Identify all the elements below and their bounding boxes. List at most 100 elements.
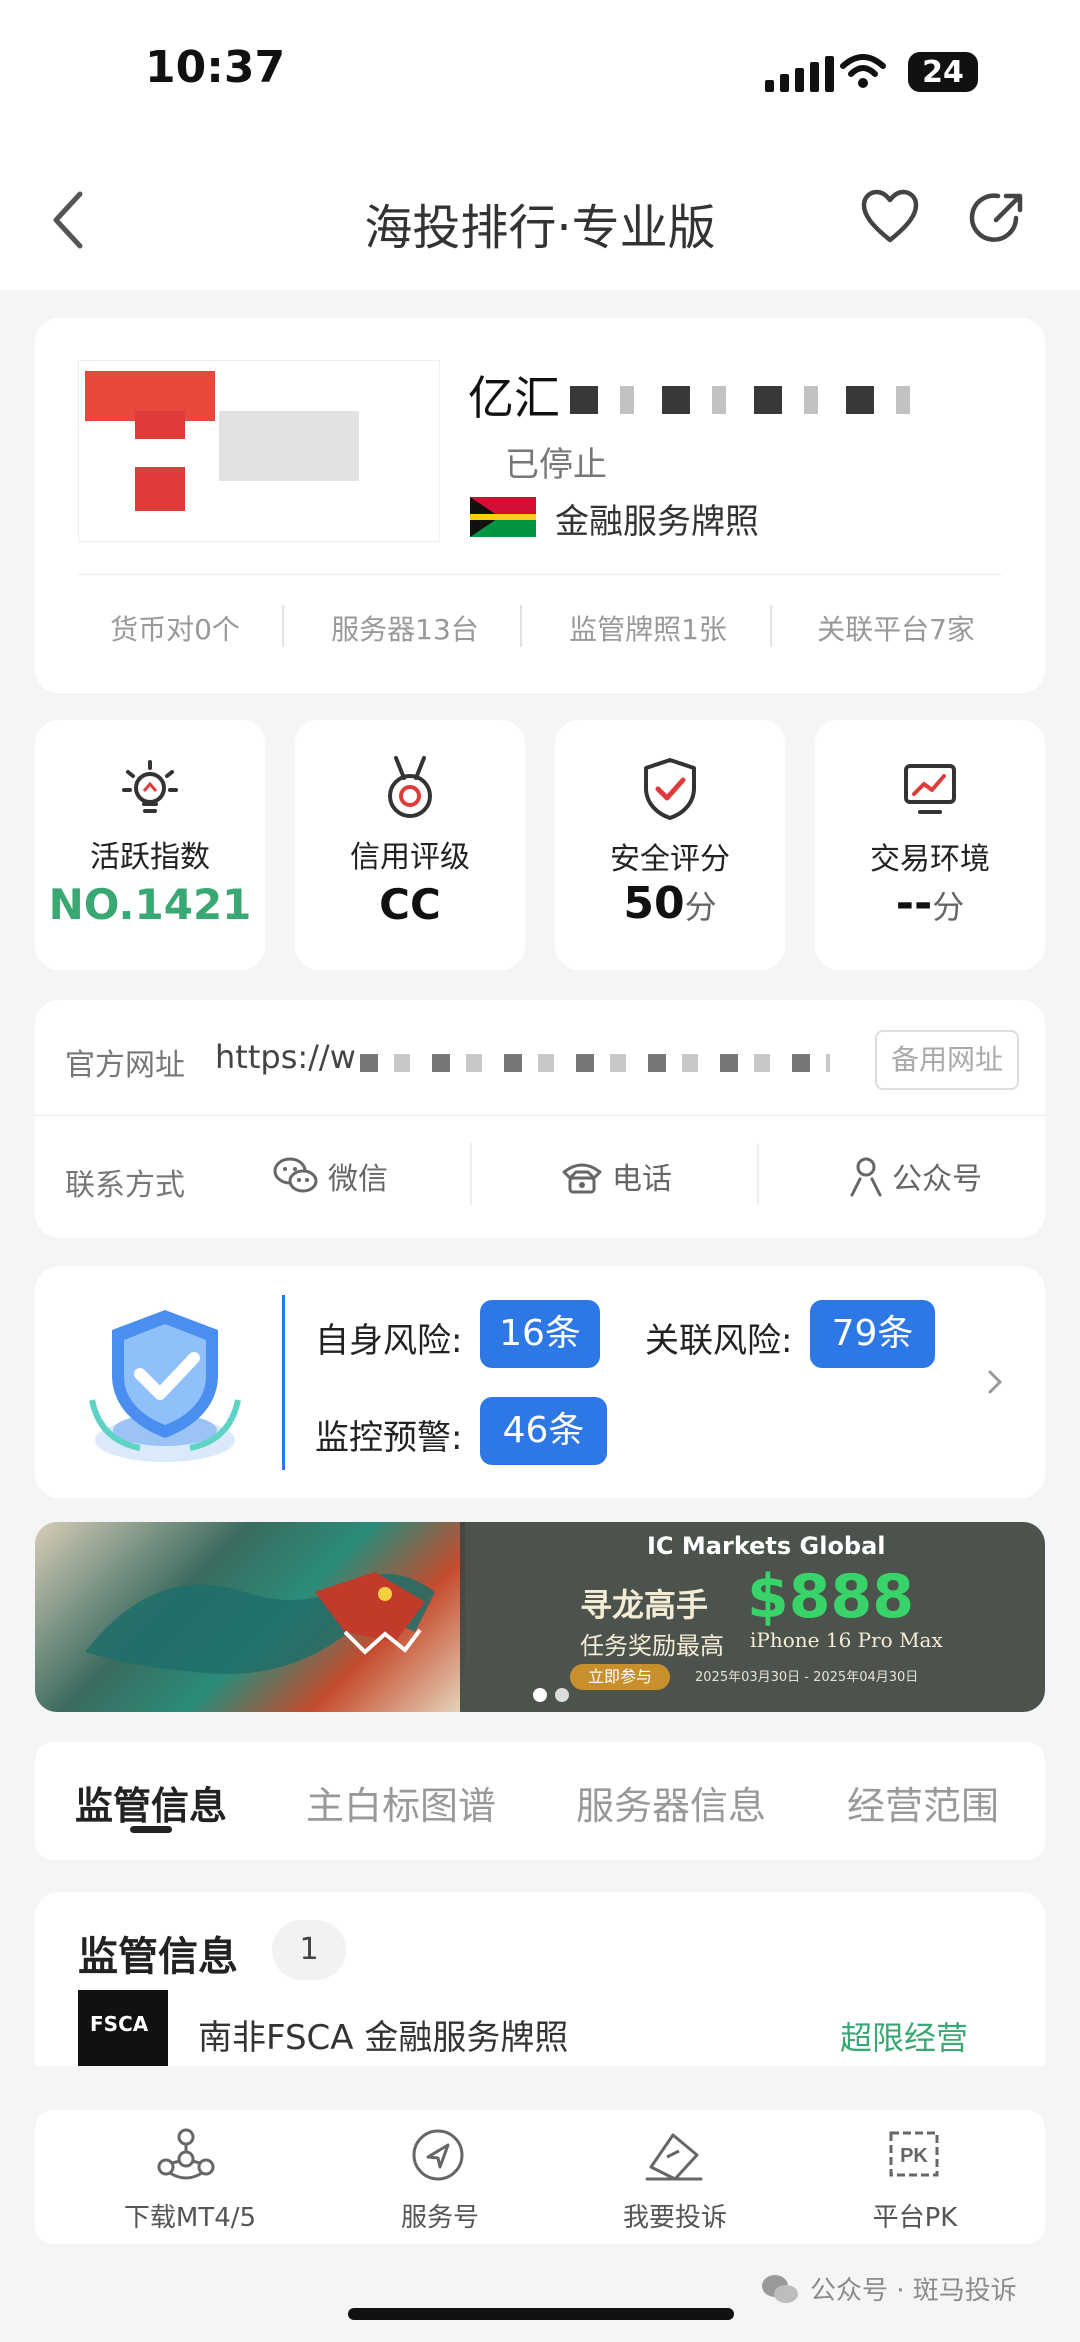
phone-button[interactable]: 电话 (560, 1154, 672, 1198)
tab-server-info[interactable]: 服务器信息 (576, 1775, 766, 1830)
metric-activity[interactable]: 活跃指数 NO.1421 (35, 720, 265, 970)
wifi-icon (840, 54, 886, 88)
pk-icon: PK (889, 2131, 939, 2177)
share-icon[interactable] (968, 188, 1028, 248)
heart-icon[interactable] (860, 188, 920, 244)
divider (470, 1143, 472, 1205)
license-type: 金融服务牌照 (555, 502, 759, 542)
broker-logo (78, 360, 440, 542)
regulation-title: 监管信息 (78, 1934, 238, 1980)
broker-name: 亿汇 (468, 371, 560, 425)
wechat-button[interactable]: 微信 (272, 1154, 388, 1198)
official-account-button[interactable]: 公众号 (848, 1154, 982, 1198)
network-icon (157, 2128, 215, 2180)
website-link[interactable]: https://w (215, 1038, 356, 1076)
banner-sub: 任务奖励最高 (580, 1632, 724, 1660)
masked-url (360, 1054, 830, 1072)
shield-icon (644, 758, 696, 820)
home-indicator[interactable] (348, 2308, 734, 2320)
stat-currency-pairs[interactable]: 货币对0个 (60, 608, 290, 648)
metric-value: 50 (623, 878, 685, 929)
official-account-label: 公众号 (892, 1162, 982, 1197)
wechat-logo-icon (762, 2274, 798, 2303)
stat-licenses[interactable]: 监管牌照1张 (528, 608, 768, 648)
banner-prize: iPhone 16 Pro Max (750, 1628, 943, 1652)
watermark-text: 公众号 · 斑马投诉 (810, 2276, 1017, 2306)
tab-regulation[interactable]: 监管信息 (75, 1775, 227, 1830)
signal-icon (765, 56, 834, 92)
self-risk-badge[interactable]: 16条 (480, 1300, 600, 1368)
bottom-nav-complaint[interactable]: 我要投诉 (565, 2125, 785, 2235)
divider (78, 574, 1002, 575)
security-shield-illustration-icon (89, 1310, 241, 1462)
regulation-count-badge: 1 (272, 1920, 346, 1980)
divider (770, 605, 772, 647)
divider (520, 605, 522, 647)
status-time: 10:37 (145, 42, 286, 93)
divider (282, 605, 284, 647)
metric-value: NO.1421 (48, 880, 252, 929)
wechat-label: 微信 (328, 1162, 388, 1197)
bottom-nav-label: 服务号 (400, 2203, 479, 2233)
fsca-logo: FSCA (78, 1990, 168, 2066)
metric-security-score[interactable]: 安全评分 50分 (555, 720, 785, 970)
vanuatu-flag-icon (470, 497, 536, 537)
self-risk-label: 自身风险: (315, 1321, 463, 1361)
divider (35, 1115, 1045, 1116)
tab-white-label-map[interactable]: 主白标图谱 (306, 1775, 496, 1830)
metric-trading-environment[interactable]: 交易环境 --分 (815, 720, 1045, 970)
banner-brand: IC Markets Global (647, 1532, 886, 1560)
bottom-nav-label: 下载MT4/5 (123, 2203, 257, 2233)
metric-value: CC (379, 880, 441, 929)
regulation-status-clip: 超限经营 (840, 2010, 1040, 2066)
metric-unit: 分 (932, 888, 965, 926)
bottom-nav-download-mt[interactable]: 下载MT4/5 (80, 2125, 300, 2235)
regulation-item-text: 南非FSCA 金融服务牌照 (198, 2018, 569, 2058)
regulation-item-text-clip: 南非FSCA 金融服务牌照 (198, 2010, 798, 2066)
scroll-fade (0, 2066, 1080, 2116)
medal-icon (388, 756, 432, 818)
accent-divider (282, 1295, 285, 1470)
regulation-item-status: 超限经营 (840, 2019, 969, 2057)
banner-amount: $888 (747, 1562, 914, 1632)
watermark: 公众号 · 斑马投诉 (760, 2270, 1017, 2307)
phone-label: 电话 (612, 1162, 672, 1197)
monitor-warning-badge[interactable]: 46条 (480, 1397, 607, 1465)
carousel-dot-active[interactable] (533, 1688, 547, 1702)
complaint-icon (645, 2133, 703, 2181)
metric-credit-rating[interactable]: 信用评级 CC (295, 720, 525, 970)
bottom-nav-service-account[interactable]: 服务号 (330, 2125, 550, 2235)
person-icon (850, 1157, 882, 1197)
banner-cta-button[interactable]: 立即参与 (570, 1664, 670, 1690)
telephone-icon (562, 1163, 602, 1194)
svg-text:PK: PK (900, 2145, 928, 2167)
broker-status: 已停止 (505, 445, 607, 485)
contact-label: 联系方式 (65, 1168, 185, 1203)
banner-dates: 2025年03月30日 - 2025年04月30日 (695, 1670, 919, 1685)
bottom-nav-platform-pk[interactable]: PK 平台PK (805, 2125, 1025, 2235)
metric-label: 交易环境 (870, 842, 990, 877)
stat-related-platforms[interactable]: 关联平台7家 (776, 608, 1016, 648)
divider (757, 1143, 759, 1205)
battery-indicator: 24 (908, 52, 978, 92)
related-risk-badge[interactable]: 79条 (810, 1300, 935, 1368)
chevron-right-icon[interactable] (985, 1367, 1005, 1397)
metric-unit: 分 (684, 888, 717, 926)
regulation-item[interactable]: FSCA (78, 1988, 168, 2066)
active-tab-indicator (130, 1826, 172, 1833)
stat-servers[interactable]: 服务器13台 (290, 608, 520, 648)
dragon-icon (85, 1572, 435, 1674)
promo-banner[interactable]: IC Markets Global 寻龙高手 $888 任务奖励最高 iPhon… (35, 1522, 1045, 1712)
lightbulb-icon (122, 760, 178, 813)
metric-label: 安全评分 (610, 842, 730, 877)
tab-business-scope[interactable]: 经营范围 (847, 1775, 999, 1830)
backup-website-button[interactable]: 备用网址 (875, 1030, 1019, 1090)
website-label: 官方网址 (65, 1048, 185, 1083)
banner-headline: 寻龙高手 (580, 1586, 709, 1624)
carousel-dot[interactable] (555, 1688, 569, 1702)
monitor-warning-label: 监控预警: (315, 1418, 463, 1458)
metric-value: -- (895, 878, 933, 929)
wechat-icon (273, 1157, 318, 1193)
navigation-arrow-icon (412, 2129, 464, 2181)
bottom-nav-label: 平台PK (872, 2203, 958, 2233)
